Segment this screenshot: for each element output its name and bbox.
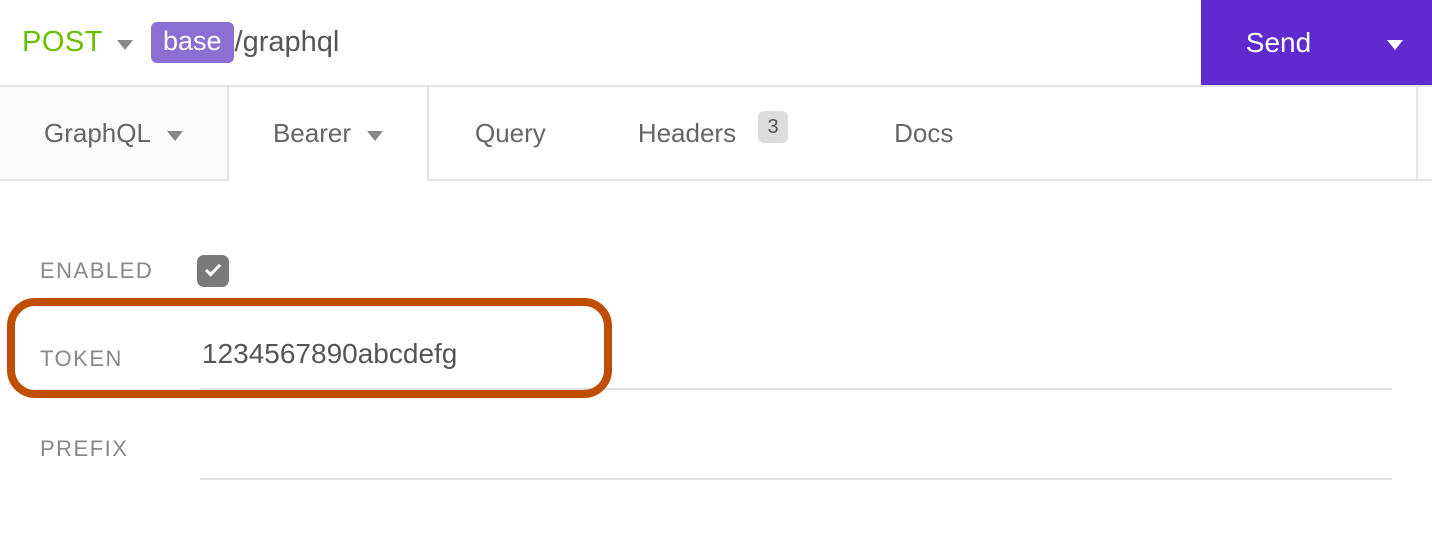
tab-headers[interactable]: Headers 3 [592, 87, 834, 179]
chevron-down-icon [167, 131, 183, 141]
tab-headers-label: Headers [638, 118, 736, 149]
tab-bar: GraphQL Bearer Query Headers 3 Docs [0, 85, 1432, 181]
chevron-down-icon [367, 131, 383, 141]
tab-docs[interactable]: Docs [834, 87, 999, 179]
send-group: Send [1201, 0, 1432, 85]
tab-docs-label: Docs [894, 118, 953, 149]
token-input[interactable] [200, 328, 1392, 390]
send-dropdown-button[interactable] [1356, 0, 1432, 85]
tab-query[interactable]: Query [429, 87, 592, 179]
chevron-down-icon [1387, 40, 1403, 50]
url-path[interactable]: /graphql [235, 26, 340, 59]
token-row: TOKEN [40, 314, 1392, 404]
method-select[interactable]: POST [22, 26, 133, 59]
url-bar: POST base /graphql Send [0, 0, 1432, 85]
headers-count-badge: 3 [758, 111, 788, 143]
method-label: POST [22, 26, 103, 59]
prefix-row: PREFIX [40, 404, 1392, 494]
enabled-checkbox[interactable] [197, 255, 229, 287]
tab-auth[interactable]: Bearer [229, 87, 429, 181]
app-root: POST base /graphql Send GraphQL Bearer Q… [0, 0, 1432, 534]
auth-form: ENABLED TOKEN PREFIX [0, 181, 1432, 534]
prefix-input[interactable] [200, 418, 1392, 480]
tab-query-label: Query [475, 118, 546, 149]
env-tag[interactable]: base [151, 22, 234, 62]
prefix-label: PREFIX [40, 436, 200, 462]
chevron-down-icon [117, 40, 133, 50]
enabled-row: ENABLED [40, 236, 1392, 306]
tab-body[interactable]: GraphQL [0, 87, 229, 179]
checkmark-icon [204, 262, 222, 280]
send-button[interactable]: Send [1201, 0, 1356, 85]
enabled-label: ENABLED [40, 258, 200, 284]
tab-body-label: GraphQL [44, 118, 151, 149]
tab-spacer [999, 87, 1418, 179]
url-bar-left: POST base /graphql [22, 0, 1201, 85]
tab-auth-label: Bearer [273, 118, 351, 149]
token-label: TOKEN [40, 346, 200, 372]
